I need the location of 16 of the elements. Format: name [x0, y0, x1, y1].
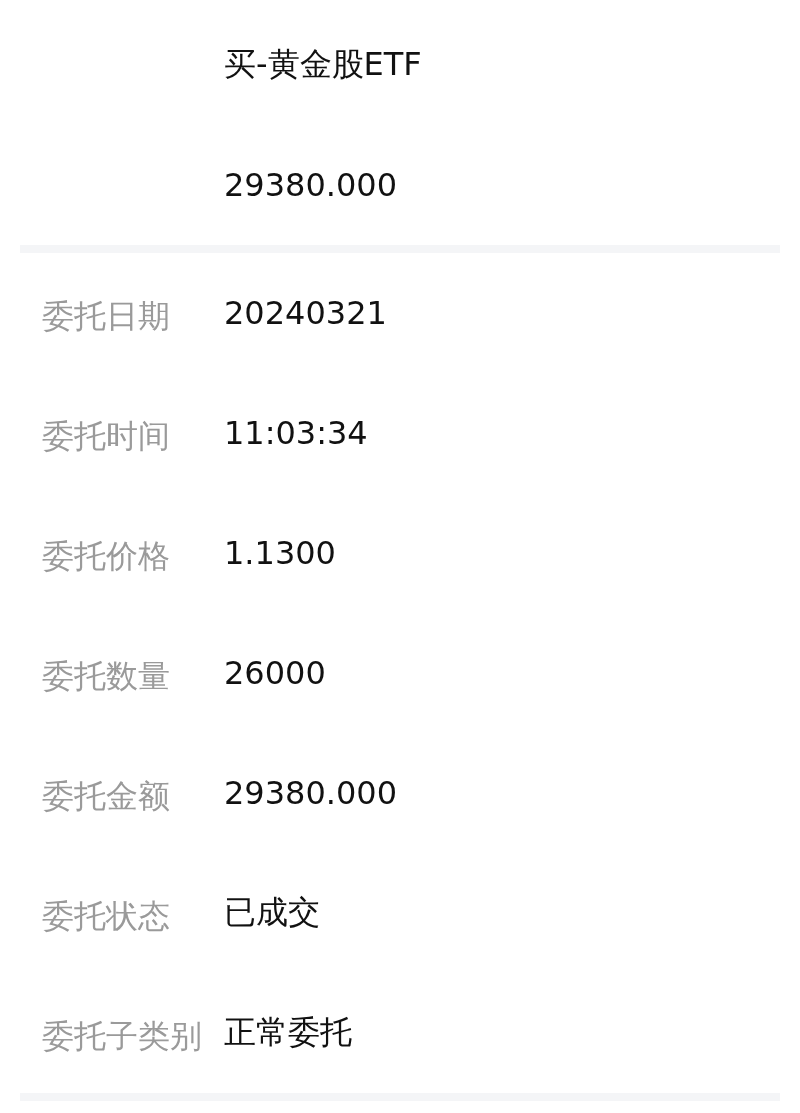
field-value: 1.1300	[224, 534, 336, 572]
summary-value: 29380.000	[224, 166, 398, 204]
field-value: 11:03:34	[224, 414, 368, 452]
field-label: 委托金额	[41, 776, 171, 817]
field-label: 委托子类别	[41, 1016, 203, 1057]
field-value: 20240321	[224, 294, 387, 332]
summary-value: 买-黄金股ETF	[224, 44, 422, 85]
field-value: 已成交	[224, 892, 320, 933]
field-value: 正常委托	[224, 1012, 352, 1053]
field-label: 委托数量	[41, 656, 171, 697]
field-label: 委托日期	[41, 296, 171, 337]
field-value: 26000	[224, 654, 326, 692]
field-label: 委托价格	[41, 536, 171, 577]
field-label: 委托状态	[41, 896, 171, 937]
field-value: 29380.000	[224, 774, 398, 812]
field-label: 委托时间	[41, 416, 171, 457]
